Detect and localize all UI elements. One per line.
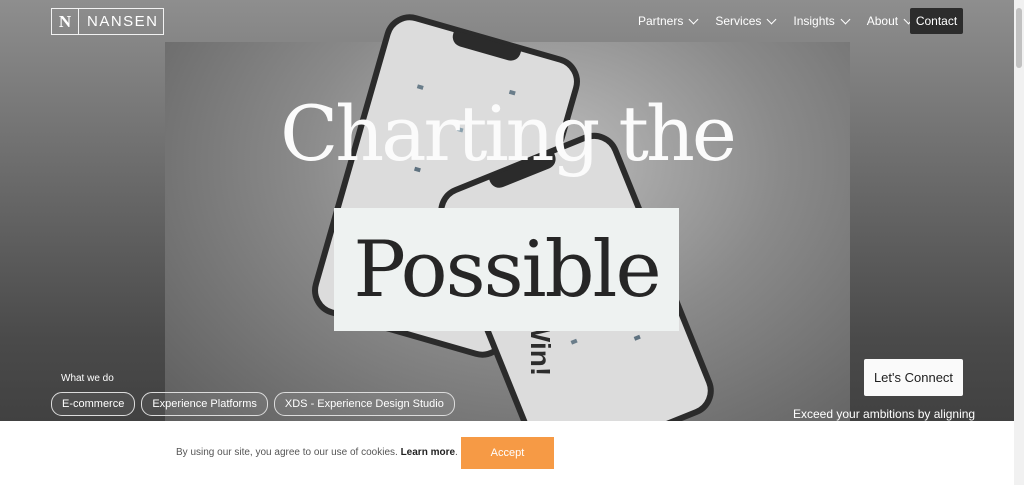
hero-headline: Charting the [280, 89, 737, 178]
chevron-down-icon [766, 14, 777, 24]
hero-headline-highlight: Possible [334, 208, 679, 331]
scrollbar[interactable] [1014, 0, 1024, 485]
nav-item-partners[interactable]: Partners [638, 14, 699, 28]
chip-xds[interactable]: XDS - Experience Design Studio [273, 392, 455, 416]
logo-mark: N [52, 9, 79, 34]
nav-item-label: Services [715, 14, 762, 28]
hero-tagline: Exceed your ambitions by aligning [793, 407, 976, 421]
contact-button[interactable]: Contact [910, 8, 963, 34]
chip-e-commerce[interactable]: E-commerce [51, 392, 136, 416]
lets-connect-button[interactable]: Let's Connect [864, 359, 963, 396]
service-chips: E-commerce Experience Platforms XDS - Ex… [51, 392, 461, 416]
nav-item-services[interactable]: Services [715, 14, 777, 28]
nav-item-about[interactable]: About [866, 14, 914, 28]
logo-wordmark: NANSEN [87, 13, 159, 30]
cookie-text: By using our site, you agree to our use … [176, 447, 398, 458]
chevron-down-icon [840, 14, 851, 24]
nav-item-insights[interactable]: Insights [793, 14, 851, 28]
nav-item-label: Insights [793, 14, 835, 28]
chip-experience-platforms[interactable]: Experience Platforms [141, 392, 268, 416]
main-nav: Partners Services Insights About [638, 14, 930, 28]
nav-item-label: Partners [638, 14, 684, 28]
what-we-do-label: What we do [61, 373, 114, 384]
chevron-down-icon [688, 14, 699, 24]
cookie-message: By using our site, you agree to our use … [176, 447, 458, 458]
accept-button[interactable]: Accept [461, 437, 554, 469]
cookie-banner: By using our site, you agree to our use … [0, 421, 1014, 485]
nav-item-label: About [866, 14, 899, 28]
learn-more-link[interactable]: Learn more [401, 447, 455, 458]
nansen-logo[interactable]: N NANSEN [51, 8, 164, 35]
